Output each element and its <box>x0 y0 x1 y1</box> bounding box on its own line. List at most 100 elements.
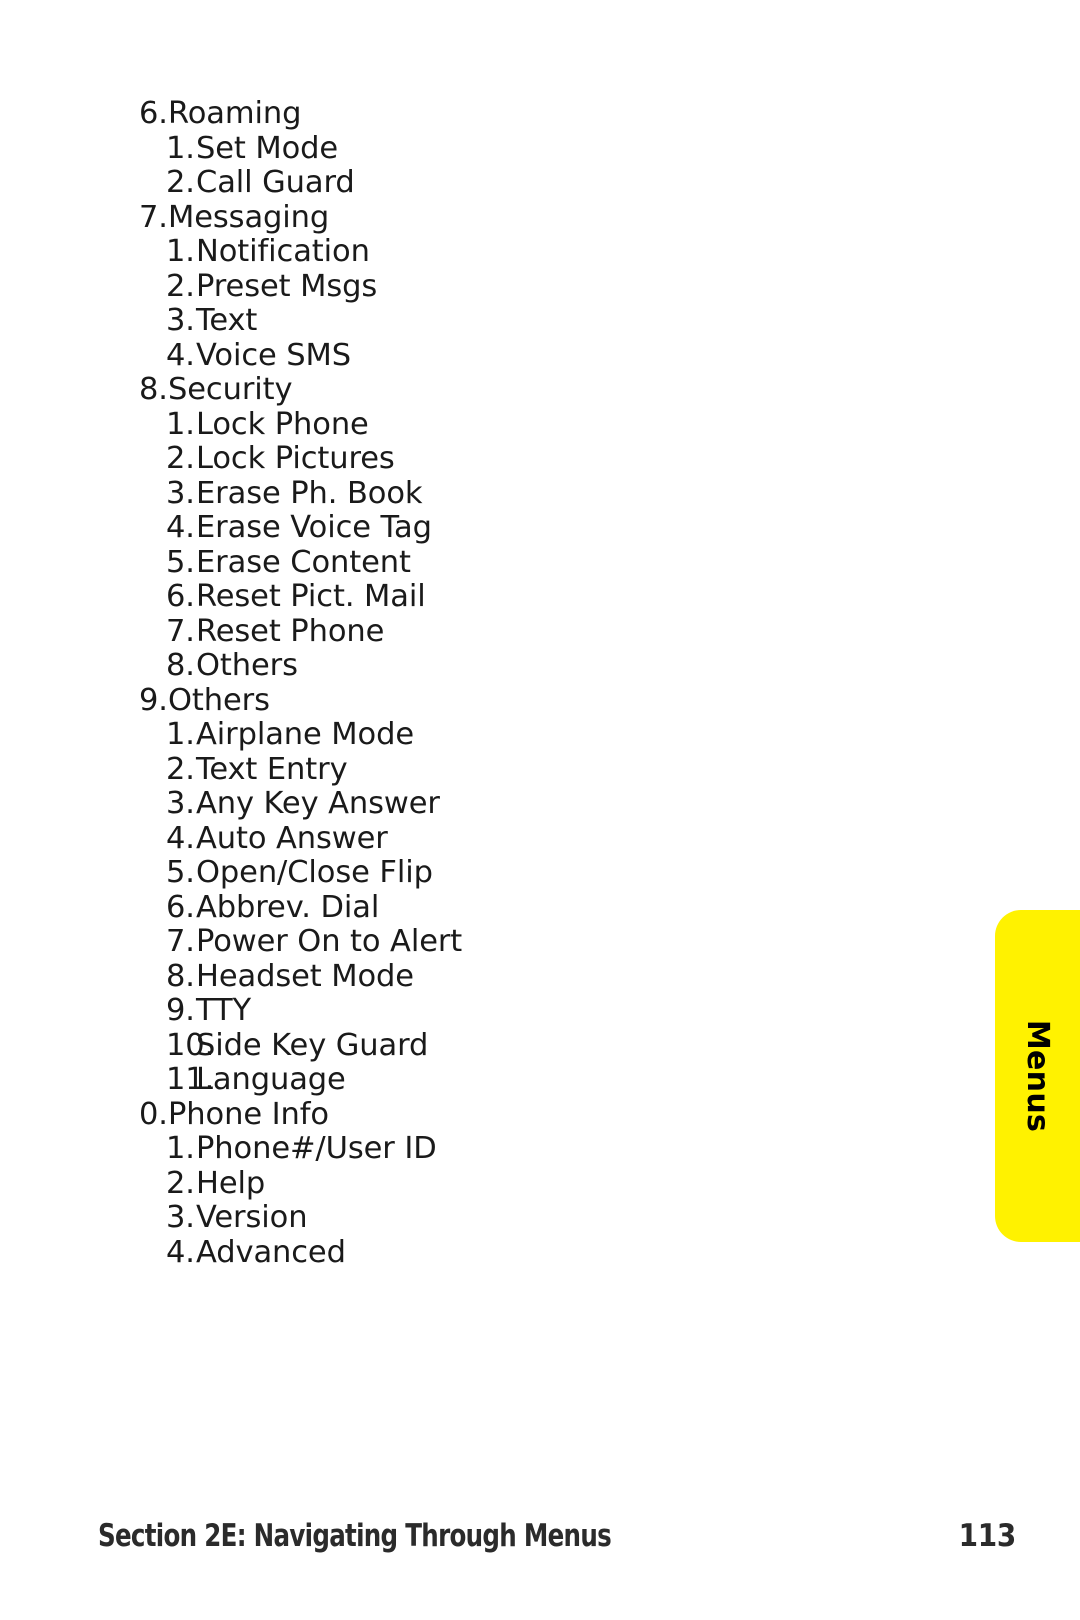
menu-item-level-2: 2. Text Entry <box>0 752 980 787</box>
menu-item-number: 9. <box>166 993 195 1028</box>
menu-item-level-2: 3. Text <box>0 303 980 338</box>
menu-item-label: Abbrev. Dial <box>196 889 380 925</box>
menu-item-label: Headset Mode <box>196 958 414 994</box>
menu-item-level-2: 3. Any Key Answer <box>0 786 980 821</box>
menu-item-number: 2. <box>166 441 195 476</box>
menu-item-number: 1. <box>166 406 195 442</box>
menu-item-level-1: 7. Messaging <box>0 200 980 235</box>
menu-item-label: Phone#/User ID <box>196 1131 437 1166</box>
menu-item-label: Erase Voice Tag <box>196 510 432 545</box>
footer-section-title: Section 2E: Navigating Through Menus <box>98 1518 612 1554</box>
menu-item-number: 3. <box>166 303 195 338</box>
menu-item-level-2: 4. Auto Answer <box>0 821 980 856</box>
menu-item-label: Messaging <box>168 199 330 235</box>
menu-item-level-2: 9. TTY <box>0 993 980 1028</box>
menu-item-level-1: 9. Others <box>0 683 980 718</box>
menu-item-level-2: 1. Notification <box>0 234 980 269</box>
menu-item-number: 4. <box>166 820 195 856</box>
menu-item-label: TTY <box>196 993 252 1028</box>
menu-item-number: 3. <box>166 475 195 511</box>
menu-item-label: Set Mode <box>196 130 339 166</box>
menu-item-level-2: 5. Erase Content <box>0 545 980 580</box>
menu-item-level-2: 2. Call Guard <box>0 165 980 200</box>
menu-item-number: 4. <box>166 337 195 373</box>
menu-item-number: 6. <box>166 579 195 614</box>
menu-item-level-2: 1. Phone#/User ID <box>0 1131 980 1166</box>
menu-item-level-2: 6. Abbrev. Dial <box>0 890 980 925</box>
menu-item-label: Call Guard <box>196 165 355 200</box>
menu-item-label: Text <box>196 303 258 338</box>
menu-item-label: Erase Content <box>196 544 411 580</box>
menu-item-level-2: 4. Voice SMS <box>0 338 980 373</box>
menu-item-number: 2. <box>166 751 195 787</box>
menu-item-label: Others <box>196 648 298 683</box>
menu-item-label: Phone Info <box>168 1096 329 1132</box>
menu-item-label: Any Key Answer <box>196 786 440 821</box>
menu-item-level-2: 1. Lock Phone <box>0 407 980 442</box>
page-footer: Section 2E: Navigating Through Menus 113 <box>98 1518 1016 1554</box>
menu-item-level-1: 6. Roaming <box>0 96 980 131</box>
menu-item-level-2: 1. Set Mode <box>0 131 980 166</box>
menu-item-level-1: 0. Phone Info <box>0 1097 980 1132</box>
menu-item-label: Notification <box>196 234 370 269</box>
menu-item-number: 5. <box>166 855 195 890</box>
menu-item-number: 2. <box>166 1165 195 1201</box>
menu-item-label: Reset Phone <box>196 613 385 649</box>
menu-item-label: Erase Ph. Book <box>196 475 423 511</box>
menu-item-number: 7. <box>166 924 195 959</box>
menu-item-level-2: 4. Advanced <box>0 1235 980 1270</box>
menu-item-number: 8. <box>166 648 195 683</box>
menu-item-level-2: 10. Side Key Guard <box>0 1028 980 1063</box>
menu-item-number: 6. <box>166 889 195 925</box>
menu-item-level-2: 2. Lock Pictures <box>0 441 980 476</box>
menu-item-label: Lock Phone <box>196 406 369 442</box>
menu-item-level-1: 8. Security <box>0 372 980 407</box>
menu-item-number: 7. <box>166 613 195 649</box>
menu-item-number: 2. <box>166 165 195 200</box>
menu-item-number: 0. <box>139 1096 168 1132</box>
menu-item-number: 3. <box>166 1200 195 1235</box>
menu-item-level-2: 6. Reset Pict. Mail <box>0 579 980 614</box>
menu-item-number: 10. <box>166 1027 215 1063</box>
menu-item-number: 7. <box>139 199 168 235</box>
menu-item-number: 2. <box>166 268 195 304</box>
menu-item-level-2: 5. Open/Close Flip <box>0 855 980 890</box>
document-page: 6. Roaming 1. Set Mode 2. Call Guard 7. Messagi… <box>0 0 1080 1620</box>
footer-page-number: 113 <box>958 1518 1017 1554</box>
menu-item-number: 5. <box>166 544 195 580</box>
menu-item-label: Power On to Alert <box>196 924 463 959</box>
menu-item-level-2: 11. Language <box>0 1062 980 1097</box>
menu-item-label: Text Entry <box>196 751 348 787</box>
menu-item-label: Lock Pictures <box>196 441 395 476</box>
menu-item-label: Others <box>168 682 270 718</box>
menu-item-level-2: 8. Headset Mode <box>0 959 980 994</box>
menu-item-number: 1. <box>166 1131 195 1166</box>
menu-item-label: Airplane Mode <box>196 717 414 752</box>
menu-item-label: Open/Close Flip <box>196 855 433 890</box>
menu-item-label: Roaming <box>168 96 302 131</box>
menu-item-number: 3. <box>166 786 195 821</box>
menu-item-label: Language <box>196 1062 346 1097</box>
menu-item-label: Side Key Guard <box>196 1027 429 1063</box>
menu-item-label: Reset Pict. Mail <box>196 579 426 614</box>
menu-item-label: Auto Answer <box>196 820 388 856</box>
menu-item-level-2: 7. Reset Phone <box>0 614 980 649</box>
menu-item-number: 4. <box>166 510 195 545</box>
menu-outline-list: 6. Roaming 1. Set Mode 2. Call Guard 7. Messagi… <box>0 96 980 1270</box>
menu-item-label: Voice SMS <box>196 337 351 373</box>
menu-item-number: 6. <box>139 96 168 131</box>
section-thumb-tab-label: Menus <box>1020 1019 1055 1133</box>
menu-item-label: Advanced <box>196 1234 346 1270</box>
menu-item-level-2: 4. Erase Voice Tag <box>0 510 980 545</box>
menu-item-number: 1. <box>166 130 195 166</box>
section-thumb-tab: Menus <box>995 910 1080 1242</box>
menu-item-label: Version <box>196 1200 308 1235</box>
menu-item-label: Security <box>168 372 293 407</box>
menu-item-level-2: 3. Erase Ph. Book <box>0 476 980 511</box>
menu-item-level-2: 3. Version <box>0 1200 980 1235</box>
menu-item-level-2: 2. Preset Msgs <box>0 269 980 304</box>
menu-item-level-2: 8. Others <box>0 648 980 683</box>
menu-item-number: 11. <box>166 1062 215 1097</box>
menu-item-number: 8. <box>166 958 195 994</box>
menu-item-number: 4. <box>166 1234 195 1270</box>
